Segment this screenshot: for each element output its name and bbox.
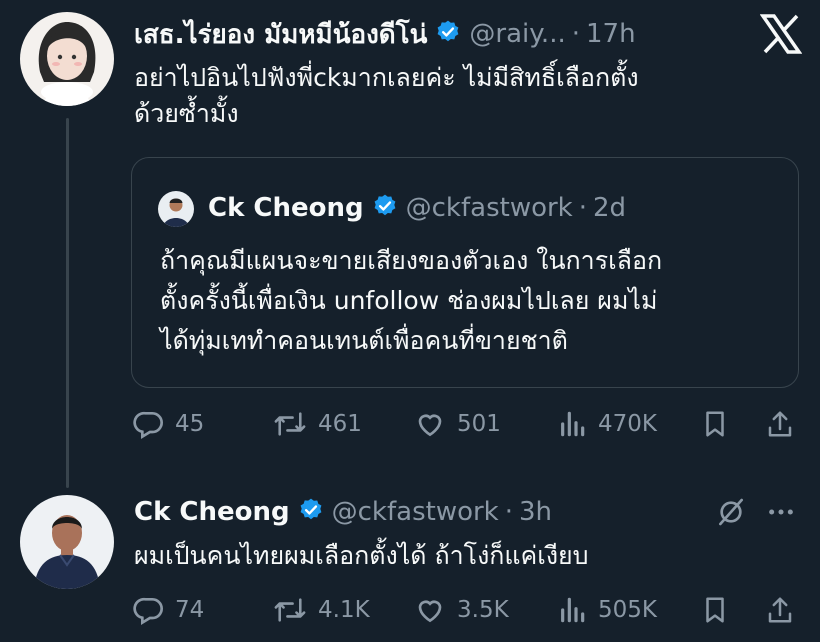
share-button[interactable] bbox=[765, 408, 805, 440]
repost-icon bbox=[274, 412, 306, 436]
verified-badge-icon bbox=[435, 19, 461, 49]
views-icon bbox=[561, 597, 585, 623]
timestamp: 2d bbox=[593, 193, 627, 223]
share-icon bbox=[768, 411, 792, 437]
repost-button[interactable]: 4.1K bbox=[272, 594, 370, 626]
reply-button[interactable]: 74 bbox=[133, 594, 204, 626]
bookmark-icon bbox=[706, 597, 724, 623]
reply-button[interactable]: 45 bbox=[133, 408, 204, 440]
like-count: 501 bbox=[457, 411, 501, 437]
tweet-text: อย่าไปอินไปฟังพี่ckมากเลยค่ะ ไม่มีสิทธิ์… bbox=[134, 60, 794, 132]
quote-text-line: ตั้งครั้งนี้เพื่อเงิน unfollow ช่องผมไปเ… bbox=[160, 286, 658, 315]
bookmark-button[interactable] bbox=[700, 594, 740, 626]
tweet-text: ผมเป็นคนไทยผมเลือกตั้งได้ ถ้าโง่ก็แค่เงี… bbox=[134, 538, 794, 574]
handle[interactable]: @raiy... bbox=[469, 19, 565, 49]
like-button[interactable]: 501 bbox=[413, 408, 501, 440]
verified-badge-icon bbox=[372, 193, 398, 223]
repost-count: 4.1K bbox=[318, 597, 370, 623]
reply-count: 74 bbox=[175, 597, 205, 623]
repost-icon bbox=[274, 598, 306, 622]
views-icon bbox=[561, 411, 585, 437]
reply-icon bbox=[133, 411, 163, 440]
like-button[interactable]: 3.5K bbox=[413, 594, 509, 626]
share-button[interactable] bbox=[765, 594, 805, 626]
tweet-text-line: ผมเป็นคนไทยผมเลือกตั้งได้ ถ้าโง่ก็แค่เงี… bbox=[134, 541, 589, 570]
avatar bbox=[158, 191, 194, 227]
separator: · bbox=[571, 19, 580, 49]
separator: · bbox=[504, 497, 514, 527]
timestamp[interactable]: 3h bbox=[519, 497, 552, 527]
like-icon bbox=[418, 414, 442, 437]
x-logo-icon[interactable] bbox=[759, 14, 803, 58]
quote-text: ถ้าคุณมีแผนจะขายเสียงของตัวเอง ในการเลือ… bbox=[160, 241, 790, 361]
tweet-header: เสธ.ไร่ยอง มัมหมีน้องดีโน่ @raiy... · 17… bbox=[134, 16, 636, 52]
repost-button[interactable]: 461 bbox=[272, 408, 362, 440]
like-icon bbox=[418, 600, 442, 623]
display-name[interactable]: เสธ.ไร่ยอง มัมหมีน้องดีโน่ bbox=[134, 14, 427, 55]
views-button[interactable]: 505K bbox=[556, 594, 657, 626]
views-button[interactable]: 470K bbox=[556, 408, 657, 440]
reply-icon bbox=[133, 597, 163, 626]
quote-text-line: ถ้าคุณมีแผนจะขายเสียงของตัวเอง ในการเลือ… bbox=[160, 246, 663, 275]
tweet-text-line: อย่าไปอินไปฟังพี่ckมากเลยค่ะ ไม่มีสิทธิ์… bbox=[134, 63, 639, 92]
timestamp[interactable]: 17h bbox=[586, 19, 636, 49]
thread-line bbox=[66, 118, 69, 488]
quote-header: Ck Cheong @ckfastwork · 2d bbox=[208, 190, 626, 226]
handle[interactable]: @ckfastwork bbox=[332, 497, 499, 527]
quoted-tweet[interactable]: Ck Cheong @ckfastwork · 2d ถ้าคุณมีแผนจะ… bbox=[131, 157, 799, 388]
avatar[interactable] bbox=[20, 12, 114, 106]
verified-badge-icon bbox=[298, 497, 324, 527]
quote-text-line: ได้ทุ่มเททำคอนเทนต์เพื่อคนที่ขายชาติ bbox=[160, 326, 568, 355]
bookmark-icon bbox=[706, 411, 724, 437]
more-icon[interactable] bbox=[764, 496, 798, 532]
views-count: 505K bbox=[598, 597, 657, 623]
reply-count: 45 bbox=[175, 411, 205, 437]
share-icon bbox=[768, 597, 792, 623]
like-count: 3.5K bbox=[457, 597, 509, 623]
tweet-header: Ck Cheong @ckfastwork · 3h bbox=[134, 494, 552, 530]
avatar[interactable] bbox=[20, 495, 114, 589]
repost-count: 461 bbox=[318, 411, 362, 437]
display-name[interactable]: Ck Cheong bbox=[134, 497, 290, 527]
views-count: 470K bbox=[598, 411, 657, 437]
tweet-text-line: ด้วยซ้ำมั้ง bbox=[134, 99, 239, 128]
separator: · bbox=[578, 193, 588, 223]
grok-icon[interactable] bbox=[715, 496, 747, 532]
bookmark-button[interactable] bbox=[700, 408, 740, 440]
display-name: Ck Cheong bbox=[208, 193, 364, 223]
handle: @ckfastwork bbox=[405, 193, 573, 223]
